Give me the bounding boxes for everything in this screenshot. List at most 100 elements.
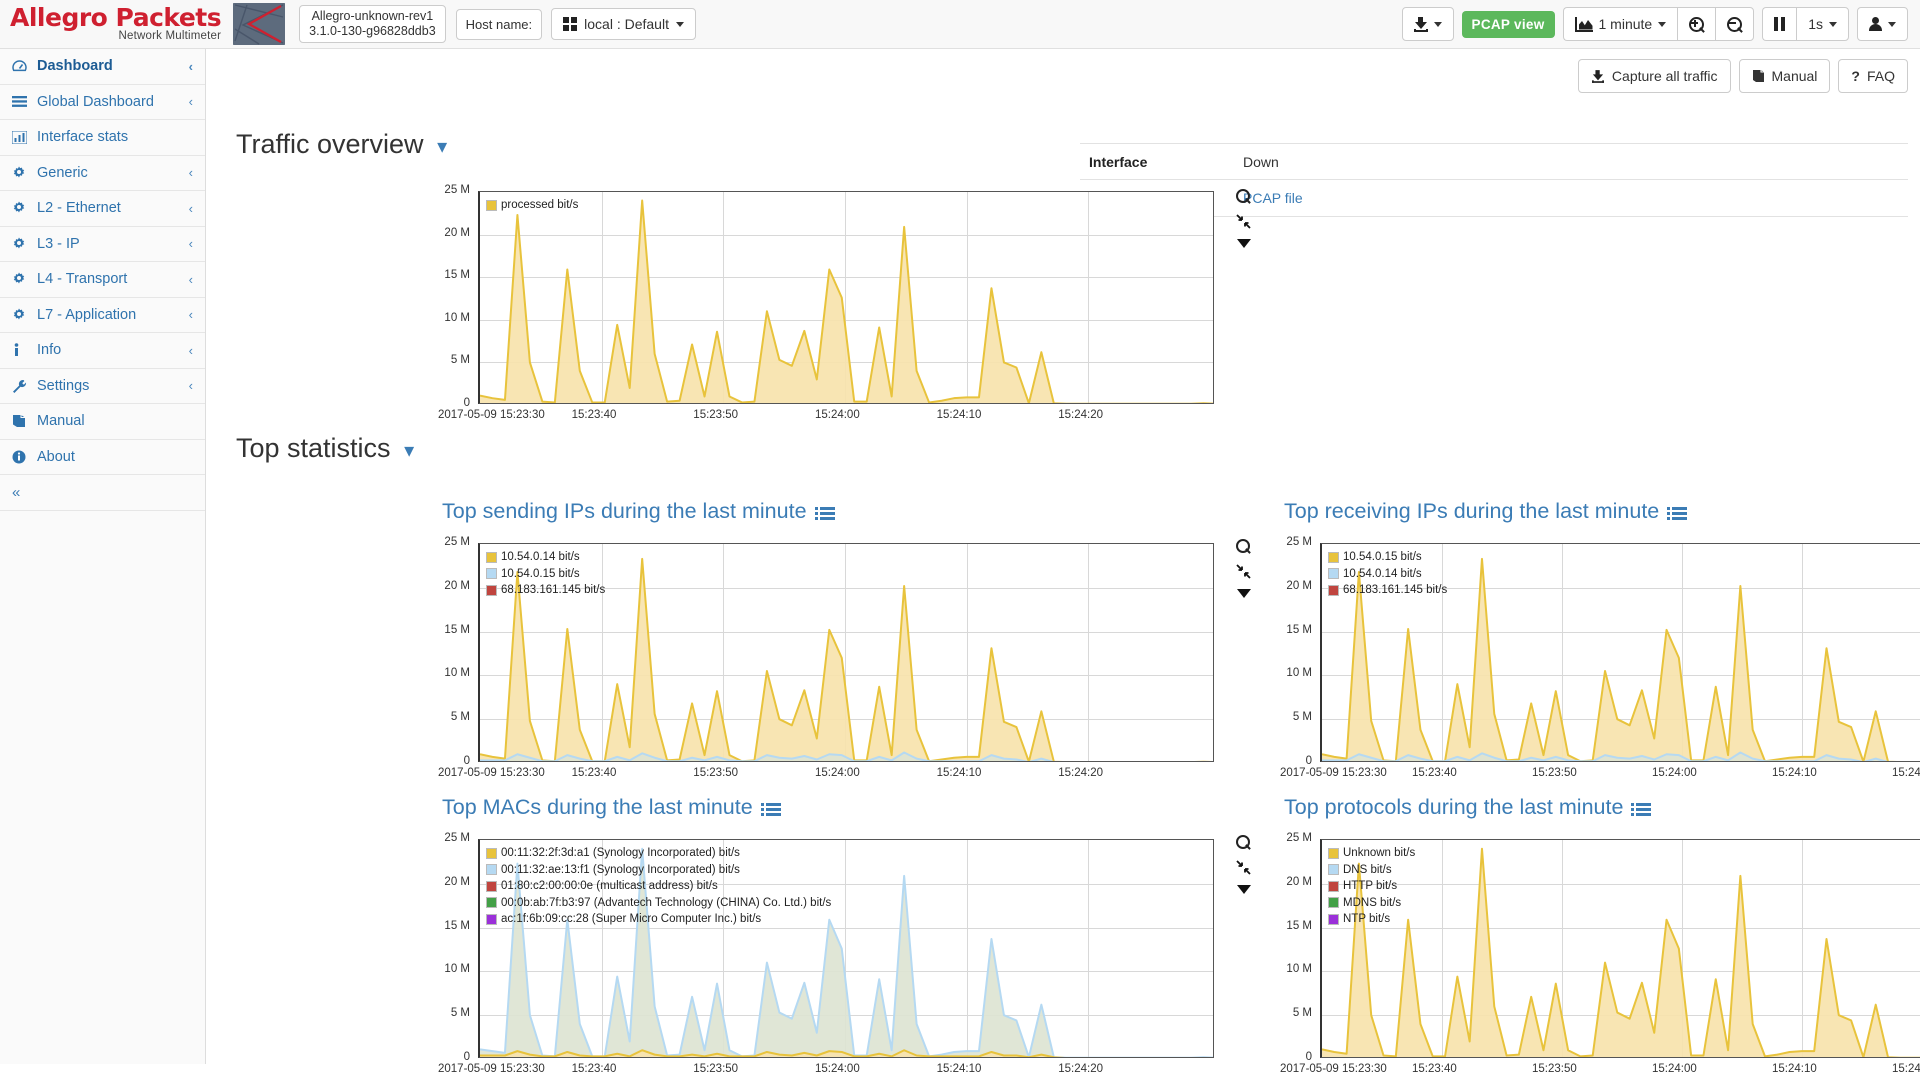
sidebar-item-generic[interactable]: Generic‹ <box>0 156 205 192</box>
x-axis-tick-label: 15:23:40 <box>572 409 617 421</box>
legend-label: processed bit/s <box>501 197 578 214</box>
y-axis-tick-label: 0 <box>428 397 470 409</box>
top-sending-ips-plot[interactable]: 10.54.0.14 bit/s10.54.0.15 bit/s68.183.1… <box>478 543 1214 762</box>
x-axis-tick-label: 15:24:20 <box>1058 409 1103 421</box>
chart-shrink-icon[interactable] <box>1236 564 1251 579</box>
chevron-left-icon[interactable]: ‹ <box>189 343 193 358</box>
chevron-left-icon[interactable]: ‹ <box>189 307 193 322</box>
sidebar-item-global-dashboard[interactable]: Global Dashboard‹ <box>0 85 205 121</box>
top-macs-tools <box>1236 835 1251 894</box>
refresh-interval-dropdown[interactable]: 1s <box>1796 7 1849 41</box>
y-axis-tick-label: 15 M <box>1270 624 1312 636</box>
legend-swatch <box>1328 568 1339 579</box>
legend-label: HTTP bit/s <box>1343 878 1397 895</box>
chevron-left-icon[interactable]: ‹ <box>189 201 193 216</box>
y-axis-tick-label: 15 M <box>428 269 470 281</box>
x-axis-tick-label: 2017-05-09 15:23:30 <box>1280 1063 1387 1075</box>
host-selector-dropdown[interactable]: local : Default <box>551 8 696 40</box>
sidebar-item-interface-stats[interactable]: Interface stats <box>0 120 205 156</box>
legend-entry[interactable]: 00:11:32:ae:13:f1 (Synology Incorporated… <box>486 862 831 879</box>
chevron-left-icon[interactable]: ‹ <box>189 165 193 180</box>
top-sending-ips-tools <box>1236 539 1251 598</box>
legend-entry[interactable]: 10.54.0.15 bit/s <box>486 566 605 583</box>
top-macs-plot[interactable]: 00:11:32:2f:3d:a1 (Synology Incorporated… <box>478 839 1214 1058</box>
sidebar-collapse-button[interactable]: « <box>0 475 205 511</box>
info-value: Down <box>1243 154 1279 170</box>
y-axis-tick-label: 15 M <box>428 624 470 636</box>
legend-entry[interactable]: 68.183.161.145 bit/s <box>486 582 605 599</box>
sidebar-item-manual[interactable]: Manual <box>0 404 205 440</box>
chart-expand-icon[interactable] <box>1237 239 1251 248</box>
download-dropdown-button[interactable] <box>1402 7 1454 41</box>
sidebar-item-l2-ethernet[interactable]: L2 - Ethernet‹ <box>0 191 205 227</box>
gear-icon <box>12 237 28 251</box>
x-axis-tick-label: 15:23:40 <box>1412 1063 1457 1075</box>
chevron-left-icon[interactable]: ‹ <box>189 59 193 74</box>
chevron-left-icon[interactable]: ‹ <box>189 378 193 393</box>
top-protocols-plot[interactable]: Unknown bit/sDNS bit/sHTTP bit/sMDNS bit… <box>1320 839 1920 1058</box>
chart-zoom-icon[interactable] <box>1236 835 1251 850</box>
traffic-overview-plot[interactable]: processed bit/s <box>478 191 1214 404</box>
sidebar-item-settings[interactable]: Settings‹ <box>0 369 205 405</box>
sidebar-item-dashboard[interactable]: Dashboard‹ <box>0 49 205 85</box>
chevron-down-icon <box>676 22 684 27</box>
chart-expand-icon[interactable] <box>1237 589 1251 598</box>
y-axis-tick-label: 10 M <box>1270 667 1312 679</box>
zoom-in-button[interactable] <box>1677 7 1715 41</box>
legend-swatch <box>486 897 497 908</box>
legend-entry[interactable]: NTP bit/s <box>1328 911 1415 928</box>
list-view-icon[interactable] <box>761 802 783 816</box>
user-menu-button[interactable] <box>1857 7 1908 41</box>
legend-entry[interactable]: 00:11:32:2f:3d:a1 (Synology Incorporated… <box>486 845 831 862</box>
chart-shrink-icon[interactable] <box>1236 860 1251 875</box>
faq-button[interactable]: ? FAQ <box>1838 59 1908 93</box>
list-view-icon[interactable] <box>815 506 837 520</box>
legend-entry[interactable]: 01:80:c2:00:00:0e (multicast address) bi… <box>486 878 831 895</box>
chevron-left-icon[interactable]: ‹ <box>189 272 193 287</box>
legend-label: 10.54.0.15 bit/s <box>1343 549 1422 566</box>
legend-entry[interactable]: 00:0b:ab:7f:b3:97 (Advantech Technology … <box>486 895 831 912</box>
top-receiving-ips-plot[interactable]: 10.54.0.15 bit/s10.54.0.14 bit/s68.183.1… <box>1320 543 1920 762</box>
sidebar-item-label: L4 - Transport <box>37 271 180 287</box>
capture-all-traffic-button[interactable]: Capture all traffic <box>1578 59 1731 93</box>
pause-button[interactable] <box>1762 7 1796 41</box>
chart-shrink-icon[interactable] <box>1236 214 1251 229</box>
chevron-left-icon[interactable]: ‹ <box>189 236 193 251</box>
sidebar-item-info[interactable]: Info‹ <box>0 333 205 369</box>
top-receiving-ips-legend: 10.54.0.15 bit/s10.54.0.14 bit/s68.183.1… <box>1328 549 1447 599</box>
sidebar-item-l4-transport[interactable]: L4 - Transport ‹ <box>0 262 205 298</box>
y-axis-tick-label: 5 M <box>1270 1007 1312 1019</box>
pcap-view-badge[interactable]: PCAP view <box>1462 11 1555 38</box>
legend-entry[interactable]: HTTP bit/s <box>1328 878 1415 895</box>
chart-title-text: Top MACs during the last minute <box>442 795 753 819</box>
list-view-icon[interactable] <box>1631 802 1653 816</box>
zoom-out-button[interactable] <box>1715 7 1754 41</box>
chart-expand-icon[interactable] <box>1237 885 1251 894</box>
timerange-dropdown-button[interactable]: 1 minute <box>1563 7 1678 41</box>
legend-entry[interactable]: 10.54.0.15 bit/s <box>1328 549 1447 566</box>
chart-zoom-icon[interactable] <box>1236 189 1251 204</box>
manual-button[interactable]: Manual <box>1739 59 1831 93</box>
chart-zoom-icon[interactable] <box>1236 539 1251 554</box>
legend-entry[interactable]: 68.183.161.145 bit/s <box>1328 582 1447 599</box>
timerange-label: 1 minute <box>1599 16 1653 32</box>
packet-source-link[interactable]: PCAP file <box>1243 190 1303 206</box>
legend-entry[interactable]: DNS bit/s <box>1328 862 1415 879</box>
top-protocols-title: Top protocols during the last minute <box>1284 795 1653 820</box>
chevron-down-icon[interactable]: ▾ <box>437 136 447 158</box>
sidebar-item-about[interactable]: About <box>0 440 205 476</box>
legend-entry[interactable]: Unknown bit/s <box>1328 845 1415 862</box>
legend-entry[interactable]: processed bit/s <box>486 197 578 214</box>
legend-entry[interactable]: ac:1f:6b:09:cc:28 (Super Micro Computer … <box>486 911 831 928</box>
chevron-down-icon[interactable]: ▾ <box>404 440 414 462</box>
legend-entry[interactable]: 10.54.0.14 bit/s <box>1328 566 1447 583</box>
sidebar-item-l7-application[interactable]: L7 - Application‹ <box>0 298 205 334</box>
sidebar-item-l3-ip[interactable]: L3 - IP‹ <box>0 227 205 263</box>
legend-entry[interactable]: MDNS bit/s <box>1328 895 1415 912</box>
list-view-icon[interactable] <box>1667 506 1689 520</box>
legend-label: DNS bit/s <box>1343 862 1392 879</box>
chevron-left-icon[interactable]: ‹ <box>189 94 193 109</box>
legend-entry[interactable]: 10.54.0.14 bit/s <box>486 549 605 566</box>
x-axis-tick-label: 15:24:00 <box>815 409 860 421</box>
info-value[interactable]: PCAP file <box>1243 190 1303 206</box>
